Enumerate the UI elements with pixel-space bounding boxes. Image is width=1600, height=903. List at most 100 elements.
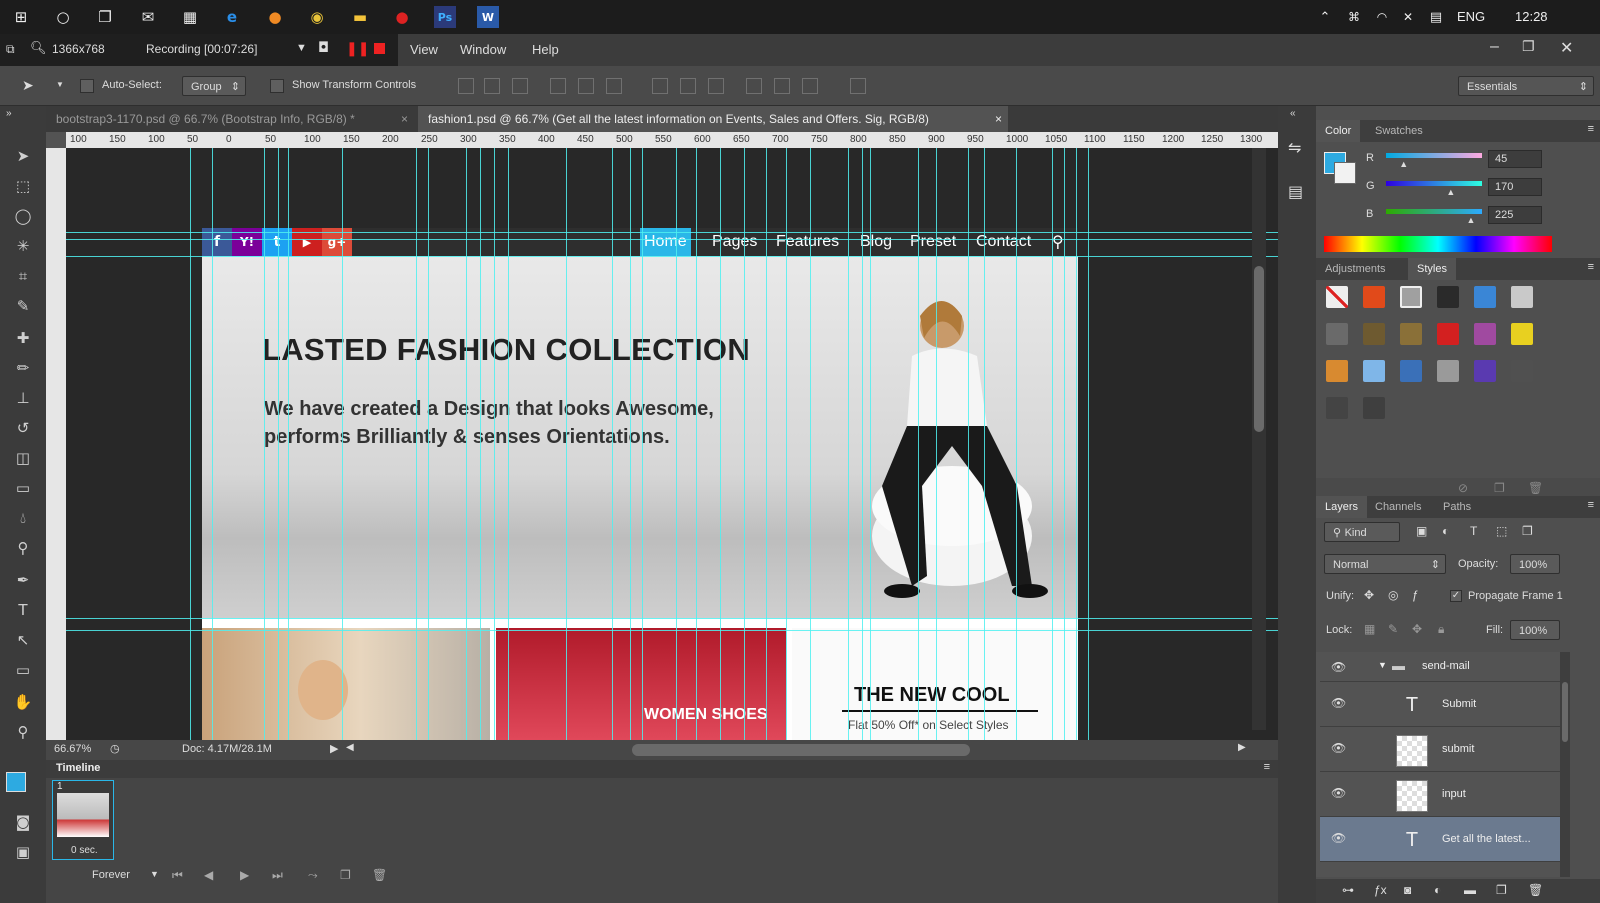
color-background-swatch[interactable] xyxy=(1334,162,1356,184)
filter-adjustment-icon[interactable]: ◐ xyxy=(1442,524,1449,538)
layer-group-row[interactable]: 👁︎ ▼ ▬ send-mail xyxy=(1320,652,1564,682)
new-style-icon[interactable]: ❐ xyxy=(1494,481,1505,495)
explorer-icon[interactable]: ▬ xyxy=(349,6,371,28)
timeline-frame-1[interactable]: 1 0 sec. xyxy=(52,780,114,860)
vertical-scroll-thumb[interactable] xyxy=(1254,266,1264,432)
distribute-right-icon[interactable] xyxy=(802,78,818,94)
lock-pixels-icon[interactable]: ✎ xyxy=(1388,622,1398,636)
style-swatch[interactable] xyxy=(1511,286,1533,308)
visibility-eye-icon[interactable]: 👁︎ xyxy=(1331,696,1346,710)
blue-slider[interactable]: ▲ xyxy=(1386,209,1482,225)
tab-swatches[interactable]: Swatches xyxy=(1366,120,1432,142)
clone-stamp-icon[interactable]: ⊥ xyxy=(11,386,35,410)
zoom-tool-icon[interactable]: ⚲ xyxy=(11,720,35,744)
propagate-checkbox[interactable]: ✓ xyxy=(1450,590,1462,602)
marquee-tool-icon[interactable]: ⬚ xyxy=(11,174,35,198)
scroll-left-icon[interactable]: ◀ xyxy=(346,742,354,753)
layer-row[interactable]: 👁︎ T Submit xyxy=(1320,682,1564,727)
language-indicator[interactable]: ENG xyxy=(1457,9,1485,24)
style-swatch[interactable] xyxy=(1474,360,1496,382)
hand-tool-icon[interactable]: ✋ xyxy=(11,690,35,714)
align-vcenter-icon[interactable] xyxy=(484,78,500,94)
status-menu-arrow-icon[interactable]: ▶ xyxy=(330,742,338,755)
filter-type-icon[interactable]: T xyxy=(1470,524,1477,538)
new-group-icon[interactable]: ▬ xyxy=(1464,883,1476,897)
blue-value-input[interactable]: 225 xyxy=(1488,206,1542,224)
distribute-hcenter-icon[interactable] xyxy=(774,78,790,94)
chevron-down-icon[interactable]: ▼ xyxy=(1378,660,1387,670)
auto-select-checkbox[interactable] xyxy=(80,79,94,93)
tab-fashion[interactable]: fashion1.psd @ 66.7% (Get all the latest… xyxy=(418,106,1008,132)
history-brush-icon[interactable]: ↺ xyxy=(11,416,35,440)
style-swatch[interactable] xyxy=(1363,286,1385,308)
unify-visibility-icon[interactable]: ◎ xyxy=(1388,588,1398,602)
style-swatch[interactable] xyxy=(1400,286,1422,308)
task-view-icon[interactable]: ❐ xyxy=(94,6,116,28)
zoom-level[interactable]: 66.67% xyxy=(54,743,91,755)
minimize-icon[interactable]: – xyxy=(1490,38,1499,56)
first-frame-icon[interactable]: ⏮ xyxy=(172,868,183,883)
tab-styles[interactable]: Styles xyxy=(1408,258,1456,280)
style-swatch[interactable] xyxy=(1474,323,1496,345)
edge-icon[interactable]: e xyxy=(221,6,243,28)
close-icon[interactable]: × xyxy=(401,106,408,132)
distribute-vcenter-icon[interactable] xyxy=(680,78,696,94)
unify-style-icon[interactable]: ƒ xyxy=(1412,588,1419,602)
visibility-eye-icon[interactable]: 👁︎ xyxy=(1331,786,1346,800)
firefox-icon[interactable]: ● xyxy=(264,6,286,28)
cortana-icon[interactable]: ○ xyxy=(52,6,74,28)
style-swatch[interactable] xyxy=(1363,323,1385,345)
screen-mode-icon[interactable]: ▣ xyxy=(11,840,35,864)
fill-input[interactable]: 100% xyxy=(1510,620,1560,640)
dropdown-icon[interactable]: ▼ xyxy=(296,42,307,54)
dodge-tool-icon[interactable]: ⚲ xyxy=(11,536,35,560)
blur-tool-icon[interactable]: 💧︎ xyxy=(11,506,35,530)
delete-layer-icon[interactable]: 🗑︎ xyxy=(1528,883,1543,897)
panel-menu-icon[interactable]: ≡ xyxy=(1264,761,1270,773)
path-select-icon[interactable]: ↖ xyxy=(11,628,35,652)
crop-tool-icon[interactable]: ⌗ xyxy=(11,264,35,288)
close-icon[interactable]: ✕ xyxy=(1560,38,1573,58)
expand-icon[interactable]: « xyxy=(1290,108,1296,119)
align-top-icon[interactable] xyxy=(458,78,474,94)
style-swatch[interactable] xyxy=(1326,360,1348,382)
chrome-icon[interactable]: ◉ xyxy=(306,6,328,28)
chevron-down-icon[interactable]: ▼ xyxy=(56,80,64,89)
clock[interactable]: 12:28 xyxy=(1515,9,1548,24)
visibility-eye-icon[interactable]: 👁︎ xyxy=(1331,831,1346,845)
auto-align-icon[interactable] xyxy=(850,78,866,94)
filter-pixel-icon[interactable]: ▣ xyxy=(1416,524,1427,538)
adjustment-layer-icon[interactable]: ◐ xyxy=(1434,883,1441,897)
eyedropper-icon[interactable]: ✎ xyxy=(11,294,35,318)
panel-menu-icon[interactable]: ≡ xyxy=(1588,123,1594,135)
distribute-top-icon[interactable] xyxy=(652,78,668,94)
panel-menu-icon[interactable]: ≡ xyxy=(1588,499,1594,511)
color-spectrum-bar[interactable] xyxy=(1324,236,1552,252)
mail-icon[interactable]: ✉ xyxy=(137,6,159,28)
stop-icon[interactable] xyxy=(374,43,385,54)
layers-scrollbar[interactable] xyxy=(1560,652,1570,877)
brush-tool-icon[interactable]: ✏ xyxy=(11,356,35,380)
layer-row[interactable]: 👁︎ T Get all the latest... xyxy=(1320,817,1564,862)
type-tool-icon[interactable]: T xyxy=(11,598,35,622)
distribute-left-icon[interactable] xyxy=(746,78,762,94)
green-slider-marker[interactable]: ▲ xyxy=(1446,187,1455,197)
layer-row[interactable]: 👁︎ submit xyxy=(1320,727,1564,772)
quick-mask-icon[interactable]: ◙ xyxy=(11,810,35,834)
status-info-icon[interactable]: ◷ xyxy=(110,742,120,755)
loop-option[interactable]: Forever xyxy=(92,869,130,881)
align-bottom-icon[interactable] xyxy=(512,78,528,94)
close-icon[interactable]: × xyxy=(995,106,1002,132)
style-swatch[interactable] xyxy=(1511,360,1533,382)
filter-shape-icon[interactable]: ⬚ xyxy=(1496,524,1507,538)
style-swatch[interactable] xyxy=(1363,360,1385,382)
photoshop-icon[interactable]: Ps xyxy=(434,6,456,28)
tab-bootstrap[interactable]: bootstrap3-1170.psd @ 66.7% (Bootstrap I… xyxy=(46,106,416,132)
wifi-icon[interactable]: ◠ xyxy=(1371,6,1393,28)
tab-paths[interactable]: Paths xyxy=(1434,496,1480,518)
prev-frame-icon[interactable]: ◀ xyxy=(204,868,213,882)
lock-position-icon[interactable]: ✥ xyxy=(1412,622,1422,636)
chevron-up-icon[interactable]: ⌃ xyxy=(1314,6,1336,28)
layers-scroll-thumb[interactable] xyxy=(1562,682,1568,742)
pause-icon[interactable]: ❚❚ xyxy=(346,40,369,57)
